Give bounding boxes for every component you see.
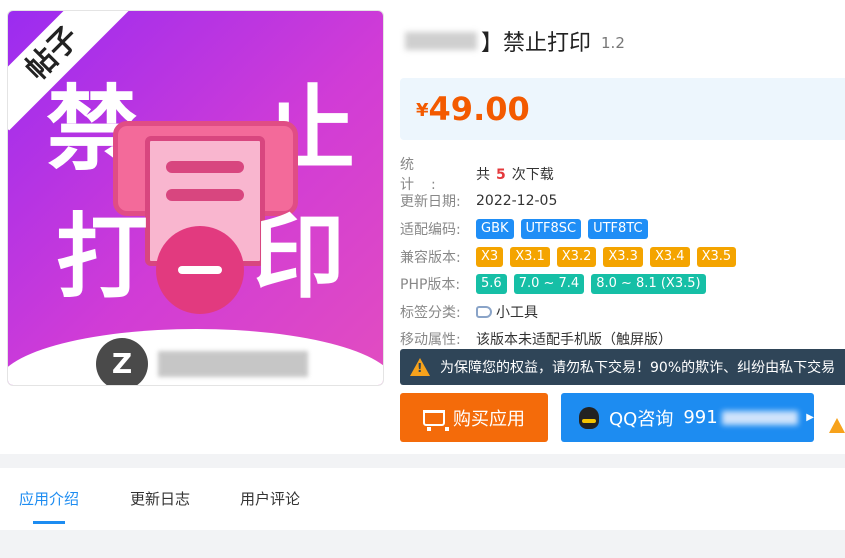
qq-consult-label: QQ咨询 xyxy=(609,408,674,430)
info-label-compat: 兼容版本: xyxy=(400,249,461,266)
compat-tag: X3.2 xyxy=(556,246,597,267)
info-row-compat: 兼容版本: X3 X3.1 X3.2 X3.3 X3.4 X3.5 xyxy=(400,243,845,271)
image-char-da: 打 xyxy=(56,203,149,311)
info-row-updated: 更新日期: 2022-12-05 xyxy=(400,188,845,216)
info-label-category: 标签分类: xyxy=(400,304,461,321)
mobile-support-note: 该版本未适配手机版（触屏版） xyxy=(476,332,672,349)
info-row-php: PHP版本: 5.6 7.0 ~ 7.4 8.0 ~ 8.1 (X3.5) xyxy=(400,270,845,298)
qq-icon xyxy=(579,406,599,429)
compat-tag: X3.4 xyxy=(649,246,690,267)
qq-number-visible: 991 xyxy=(683,407,718,428)
product-info: 统计: 共 5 次下载 更新日期: 2022-12-05 适配编码: GBK UTF… xyxy=(400,157,845,353)
blurred-qq-number xyxy=(721,410,799,425)
section-divider xyxy=(0,454,845,468)
brand-logo: Z xyxy=(96,338,148,385)
category-link[interactable]: 小工具 xyxy=(496,302,538,322)
info-row-stats: 统计: 共 5 次下载 xyxy=(400,157,845,193)
buy-app-button[interactable]: 购买应用 xyxy=(400,393,548,442)
arrow-right-icon: ▶ xyxy=(806,412,814,423)
qq-consult-button[interactable]: QQ咨询 991 ▶ xyxy=(561,393,814,442)
price: ¥49.00 xyxy=(416,90,530,128)
blurred-title-prefix xyxy=(405,32,477,50)
product-title: 】禁止打印 xyxy=(481,31,592,56)
blurred-brand-text xyxy=(158,351,308,377)
product-version: 1.2 xyxy=(601,34,625,52)
php-tag: 7.0 ~ 7.4 xyxy=(513,274,585,295)
encoding-tag: UTF8TC xyxy=(588,218,648,239)
price-amount: 49.00 xyxy=(428,90,530,128)
info-label-stats: 统计: xyxy=(400,156,453,193)
product-title-row: 】禁止打印 1.2 xyxy=(405,26,625,56)
price-box: ¥49.00 xyxy=(400,78,845,140)
warning-icon[interactable] xyxy=(829,418,845,433)
php-tag: 5.6 xyxy=(476,274,507,295)
compat-tag: X3.5 xyxy=(696,246,737,267)
safety-warning-banner: 为保障您的权益，请勿私下交易！90%的欺诈、纠纷由私下交易 xyxy=(400,349,845,385)
info-label-encoding: 适配编码: xyxy=(400,221,461,238)
buy-app-label: 购买应用 xyxy=(453,408,525,430)
warning-icon xyxy=(410,358,430,376)
php-tag: 8.0 ~ 8.1 (X3.5) xyxy=(591,274,706,295)
tab-intro[interactable]: 应用介绍 xyxy=(19,468,79,530)
tag-icon xyxy=(476,305,492,318)
detail-tabs: 应用介绍 更新日志 用户评论 xyxy=(0,468,845,530)
product-image: 帖子 禁 止 打 印 Z xyxy=(7,10,384,386)
encoding-tag: GBK xyxy=(476,218,514,239)
updated-date: 2022-12-05 xyxy=(476,193,558,210)
image-char-yin: 印 xyxy=(253,203,346,311)
download-count: 共 5 次下载 xyxy=(476,166,554,183)
encoding-tag: UTF8SC xyxy=(520,218,582,239)
tab-reviews[interactable]: 用户评论 xyxy=(240,468,300,530)
compat-tag: X3.1 xyxy=(510,246,550,267)
bottom-divider xyxy=(0,530,845,558)
price-currency: ¥ xyxy=(416,100,429,121)
cart-icon xyxy=(423,409,449,431)
info-label-updated: 更新日期: xyxy=(400,194,461,211)
compat-tag: X3.3 xyxy=(603,246,643,267)
info-label-php: PHP版本: xyxy=(400,277,461,294)
info-row-encoding: 适配编码: GBK UTF8SC UTF8TC xyxy=(400,215,845,243)
ban-icon xyxy=(156,226,244,314)
compat-tag: X3 xyxy=(476,246,504,267)
info-label-mobile: 移动属性: xyxy=(400,332,461,349)
info-row-category: 标签分类: 小工具 xyxy=(400,298,845,326)
tab-changelog[interactable]: 更新日志 xyxy=(130,468,190,530)
safety-warning-text: 为保障您的权益，请勿私下交易！90%的欺诈、纠纷由私下交易 xyxy=(440,360,836,376)
